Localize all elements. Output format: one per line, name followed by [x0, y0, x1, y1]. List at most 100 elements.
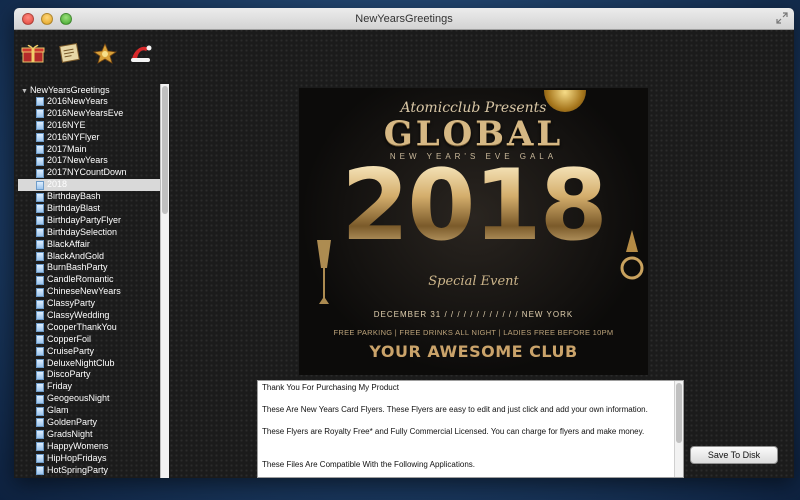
santa-hat-icon[interactable] [126, 40, 156, 66]
document-icon [36, 442, 44, 452]
document-icon [36, 347, 44, 357]
document-icon [36, 121, 44, 131]
tree-item-label: BirthdayPartyFlyer [47, 214, 122, 225]
tree-item-label: 2018 [47, 179, 68, 190]
document-icon [36, 216, 44, 226]
tree-item-label: DiscoParty [47, 369, 91, 380]
tree-item[interactable]: DiscoParty [18, 369, 160, 381]
tree-item[interactable]: CandleRomantic [18, 274, 160, 286]
tree-item[interactable]: CruiseParty [18, 346, 160, 358]
tree-item-label: HipHopFridays [47, 452, 107, 463]
description-line [262, 470, 666, 477]
tree-item[interactable]: CooperThankYou [18, 322, 160, 334]
tree-item[interactable]: GoldenParty [18, 417, 160, 429]
tree-item[interactable]: 2016NewYears [18, 96, 160, 108]
tree-item-label: DeluxeNightClub [47, 357, 115, 368]
tree-item-label: GoldenParty [47, 417, 98, 428]
firework-icon[interactable] [90, 40, 120, 66]
tree-item[interactable]: 2016NYFlyer [18, 132, 160, 144]
document-icon [36, 252, 44, 262]
tree-item-label: BirthdayBlast [47, 203, 101, 214]
tree-item-label: CruiseParty [47, 345, 95, 356]
tree-item[interactable]: 2017Main [18, 144, 160, 156]
tree-item[interactable]: BirthdayBlast [18, 203, 160, 215]
save-to-disk-button[interactable]: Save To Disk [690, 446, 778, 464]
document-icon [36, 466, 44, 476]
fullscreen-icon[interactable] [776, 12, 788, 24]
description-text: Thank You For Purchasing My Product These… [258, 381, 670, 477]
tree-item[interactable]: BurnBashParty [18, 262, 160, 274]
tree-item[interactable]: BlackAndGold [18, 251, 160, 263]
app-window: NewYearsGreetings ▼ NewYearsGreetings 20… [14, 8, 794, 478]
document-icon [36, 156, 44, 166]
tree-item[interactable]: HotSpringParty [18, 465, 160, 477]
champagne-glass-icon [317, 240, 331, 304]
tree-item-label: BirthdayBash [47, 191, 101, 202]
tree-item[interactable]: Friday [18, 381, 160, 393]
document-icon [36, 359, 44, 369]
document-icon [36, 394, 44, 404]
tree-item[interactable]: ChineseNewYears [18, 286, 160, 298]
tree-item[interactable]: 2016NewYearsEve [18, 108, 160, 120]
tree-item[interactable]: ClassyWedding [18, 310, 160, 322]
tree-item[interactable]: 2017NYCountDown [18, 167, 160, 179]
tree-item[interactable]: HipHopFridays [18, 453, 160, 465]
tree-item[interactable]: 2016NYE [18, 120, 160, 132]
document-icon [36, 168, 44, 178]
flyer-title: GLOBAL [383, 114, 564, 154]
description-line [262, 415, 666, 426]
description-line: These Flyers are Royalty Free* and Fully… [262, 427, 645, 436]
tree-item-label: BirthdaySelection [47, 226, 118, 237]
tree-item[interactable]: GradsNight [18, 429, 160, 441]
disclosure-triangle-icon[interactable]: ▼ [21, 88, 28, 95]
flyer-preview: Atomicclub Presents GLOBAL NEW YEAR'S EV… [299, 88, 648, 375]
scroll-icon[interactable] [54, 40, 84, 66]
document-icon [36, 382, 44, 392]
minimize-window-button[interactable] [41, 13, 53, 25]
tree-root-label: NewYearsGreetings [29, 85, 110, 95]
tree-item[interactable]: 2018 [18, 179, 160, 192]
document-icon [36, 323, 44, 333]
description-line: These Files Are Compatible With the Foll… [262, 460, 475, 469]
scrollbar-thumb[interactable] [162, 86, 168, 214]
tree-item[interactable]: BirthdaySelection [18, 227, 160, 239]
tree-root[interactable]: ▼ NewYearsGreetings [18, 84, 160, 96]
tree-item-label: 2017Main [47, 143, 87, 154]
tree-item-label: HotSpringParty [47, 464, 109, 475]
tree-item-label: CandleRomantic [47, 274, 114, 285]
window-title: NewYearsGreetings [355, 13, 453, 25]
tree-item[interactable]: DeluxeNightClub [18, 358, 160, 370]
tree-item[interactable]: GeogeousNight [18, 393, 160, 405]
tree-item-label: BlackAffair [47, 238, 90, 249]
document-icon [36, 192, 44, 202]
tree-item[interactable]: BlackAffair [18, 239, 160, 251]
tree-item-label: 2017NewYears [47, 155, 108, 166]
flyer-club: YOUR AWESOME CLUB [369, 342, 578, 361]
toolbar [18, 40, 156, 66]
tree-item[interactable]: BirthdayPartyFlyer [18, 215, 160, 227]
tree-item-label: BurnBashParty [47, 262, 108, 273]
document-icon [36, 109, 44, 119]
file-tree-scrollbar[interactable] [160, 84, 169, 478]
scrollbar-thumb[interactable] [676, 383, 682, 443]
close-window-button[interactable] [22, 13, 34, 25]
description-scrollbar[interactable] [674, 381, 683, 477]
tree-item-label: ChineseNewYears [47, 286, 121, 297]
tree-item[interactable]: HappyWomens [18, 441, 160, 453]
document-icon [36, 97, 44, 107]
tree-item-label: HappyWomens [47, 440, 109, 451]
document-icon [36, 240, 44, 250]
tree-item[interactable]: ClassyParty [18, 298, 160, 310]
tree-item[interactable]: BirthdayBash [18, 191, 160, 203]
document-icon [36, 287, 44, 297]
tree-item[interactable]: Glam [18, 405, 160, 417]
gift-icon[interactable] [18, 40, 48, 66]
zoom-window-button[interactable] [60, 13, 72, 25]
tree-item[interactable]: 2017NewYears [18, 155, 160, 167]
description-textview[interactable]: Thank You For Purchasing My Product These… [257, 380, 684, 478]
tree-item-label: 2017NYCountDown [47, 167, 127, 178]
tree-item-label: GeogeousNight [47, 393, 110, 404]
flyer-year: 2018 [299, 156, 648, 256]
document-icon [36, 430, 44, 440]
tree-item[interactable]: CopperFoil [18, 334, 160, 346]
